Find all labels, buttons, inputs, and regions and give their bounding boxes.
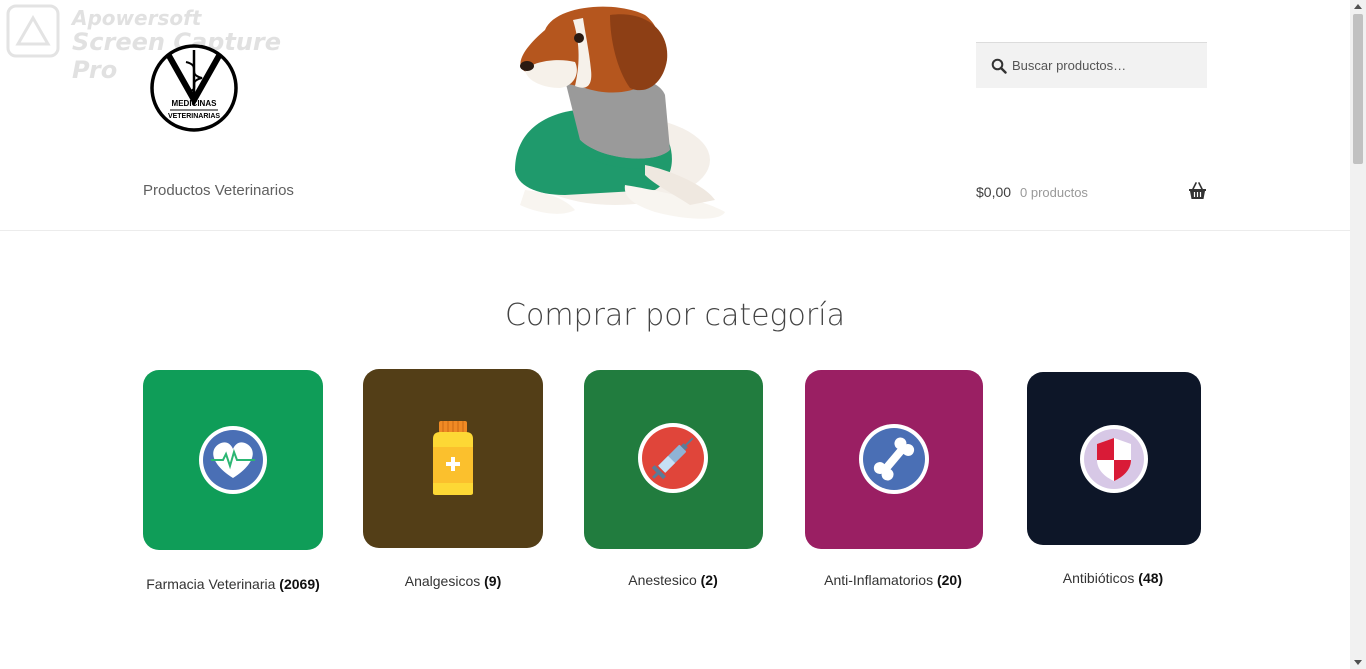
category-tile[interactable] (584, 370, 763, 549)
category-name[interactable]: Anestesico (628, 572, 696, 588)
site-header: MEDICINAS VETERINARIAS Productos Veterin… (0, 0, 1350, 231)
logo-text-top: MEDICINAS (172, 99, 218, 108)
scroll-up-arrow-icon[interactable] (1354, 4, 1362, 9)
site-logo[interactable]: MEDICINAS VETERINARIAS (148, 40, 240, 132)
category-name[interactable]: Anti-Inflamatorios (824, 572, 933, 588)
category-name[interactable]: Farmacia Veterinaria (146, 576, 275, 592)
category-tile[interactable] (363, 369, 543, 548)
shield-icon (1080, 425, 1148, 493)
category-tile[interactable] (1027, 372, 1201, 545)
category-anestesico[interactable]: Anestesico (2) (584, 370, 763, 588)
category-label[interactable]: Anestesico (2) (628, 572, 718, 588)
category-tile[interactable] (805, 370, 983, 549)
category-anti-inflamatorios[interactable]: Anti-Inflamatorios (20) (805, 370, 983, 588)
search-icon[interactable] (991, 58, 1007, 74)
section-title: Comprar por categoría (505, 298, 845, 333)
category-label[interactable]: Farmacia Veterinaria (2069) (146, 576, 320, 592)
logo-text-bottom: VETERINARIAS (168, 113, 220, 120)
header-cart[interactable]: $0,00 0 productos (976, 182, 1207, 204)
site-nav-title[interactable]: Productos Veterinarios (143, 182, 294, 199)
category-count: (9) (484, 573, 502, 589)
category-tile[interactable] (143, 370, 323, 550)
category-label[interactable]: Antibióticos (48) (1063, 570, 1163, 586)
category-count: (48) (1138, 570, 1164, 586)
cart-amount[interactable]: $0,00 (976, 184, 1011, 200)
category-count: (20) (936, 572, 962, 588)
scrollbar-thumb[interactable] (1353, 14, 1363, 164)
syringe-icon (638, 423, 708, 493)
pill-bottle-icon (433, 421, 473, 495)
scroll-down-arrow-icon[interactable] (1354, 660, 1362, 665)
basket-icon[interactable] (1188, 182, 1207, 200)
bone-icon (859, 424, 929, 494)
category-antibioticos[interactable]: Antibióticos (48) (1027, 372, 1201, 586)
page-scrollbar[interactable] (1350, 0, 1366, 669)
heart-pulse-icon (199, 426, 267, 494)
category-count: (2) (700, 572, 718, 588)
category-label[interactable]: Analgesicos (9) (405, 573, 502, 589)
category-label[interactable]: Anti-Inflamatorios (20) (824, 572, 962, 588)
category-name[interactable]: Antibióticos (1063, 570, 1135, 586)
search-input[interactable] (1012, 43, 1202, 87)
cart-count[interactable]: 0 productos (1020, 185, 1088, 200)
category-count: (2069) (279, 576, 320, 592)
product-search (976, 42, 1207, 88)
category-farmacia-veterinaria[interactable]: Farmacia Veterinaria (2069) (143, 370, 323, 592)
category-analgesicos[interactable]: Analgesicos (9) (363, 369, 543, 589)
category-name[interactable]: Analgesicos (405, 573, 481, 589)
dog-header-image (515, 6, 725, 219)
